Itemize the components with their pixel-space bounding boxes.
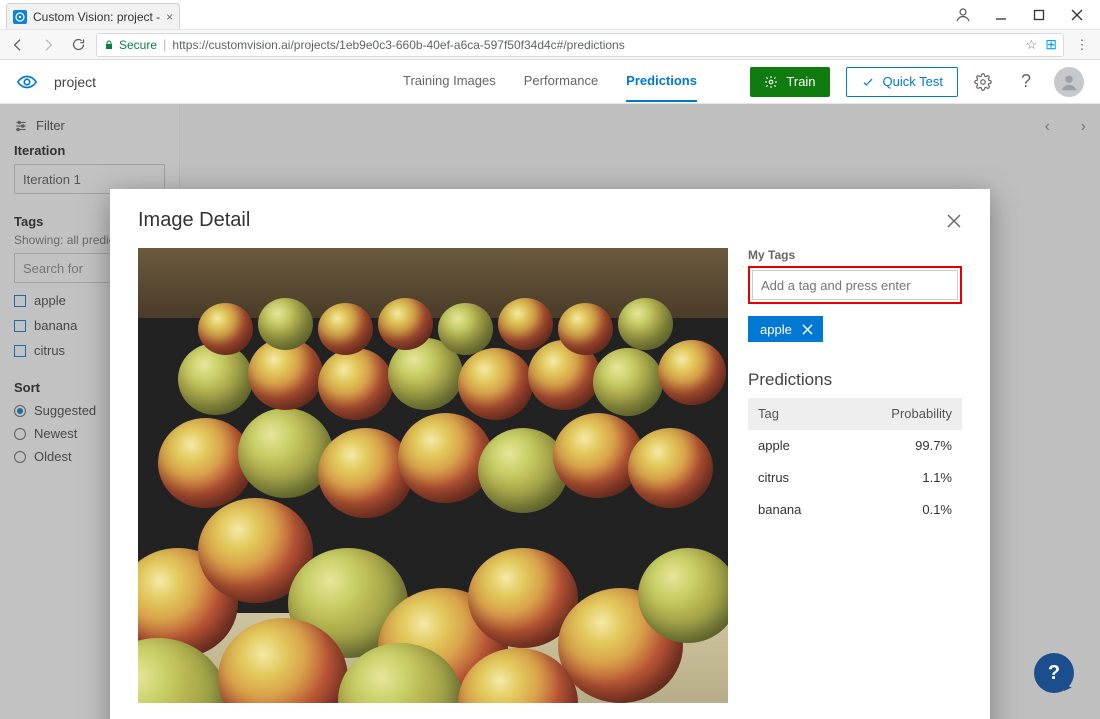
prediction-tag: banana xyxy=(748,494,842,526)
tag-chip-apple[interactable]: apple xyxy=(748,316,823,342)
predictions-table: Tag Probability apple 99.7% citrus 1.1% xyxy=(748,398,962,525)
prediction-tag: apple xyxy=(748,430,842,462)
window-close-button[interactable] xyxy=(1058,0,1096,29)
modal-close-button[interactable] xyxy=(946,213,962,229)
forward-button[interactable] xyxy=(36,33,60,57)
tab-close-icon[interactable]: × xyxy=(166,10,173,24)
custom-vision-logo-icon xyxy=(16,71,38,93)
secure-label: Secure xyxy=(119,38,157,52)
predictions-col-probability: Probability xyxy=(842,398,962,430)
tag-input[interactable] xyxy=(752,270,958,300)
tag-chip-label: apple xyxy=(760,322,792,337)
profile-icon[interactable] xyxy=(944,0,982,29)
settings-icon[interactable] xyxy=(974,73,998,91)
quick-test-label: Quick Test xyxy=(883,74,943,89)
train-button[interactable]: Train xyxy=(750,67,829,97)
predictions-heading: Predictions xyxy=(748,370,962,390)
browser-toolbar: Secure | https://customvision.ai/project… xyxy=(0,30,1100,60)
preview-image xyxy=(138,248,728,703)
tab-training-images[interactable]: Training Images xyxy=(403,61,496,102)
prediction-prob: 0.1% xyxy=(842,494,962,526)
star-icon[interactable]: ☆ xyxy=(1026,37,1038,53)
prediction-row: citrus 1.1% xyxy=(748,462,962,494)
prediction-prob: 99.7% xyxy=(842,430,962,462)
predictions-col-tag: Tag xyxy=(748,398,842,430)
secure-indicator: Secure xyxy=(103,38,157,52)
image-detail-modal: Image Detail xyxy=(110,189,990,719)
app-header: project Training Images Performance Pred… xyxy=(0,60,1100,104)
tab-performance[interactable]: Performance xyxy=(524,61,598,102)
user-avatar[interactable] xyxy=(1054,67,1084,97)
reload-button[interactable] xyxy=(66,33,90,57)
modal-title: Image Detail xyxy=(138,209,250,232)
window-maximize-button[interactable] xyxy=(1020,0,1058,29)
prediction-prob: 1.1% xyxy=(842,462,962,494)
quick-test-button[interactable]: Quick Test xyxy=(846,67,958,97)
tag-input-highlight xyxy=(748,266,962,304)
prediction-row: apple 99.7% xyxy=(748,430,962,462)
help-icon[interactable]: ? xyxy=(1014,71,1038,92)
my-tags-label: My Tags xyxy=(748,248,962,262)
prediction-row: banana 0.1% xyxy=(748,494,962,526)
help-chat-button[interactable]: ? xyxy=(1034,653,1074,693)
train-button-label: Train xyxy=(786,74,815,89)
prediction-tag: citrus xyxy=(748,462,842,494)
project-name[interactable]: project xyxy=(54,74,96,90)
browser-tab[interactable]: Custom Vision: project - × xyxy=(6,3,180,29)
windows-square-icon[interactable]: ⊞ xyxy=(1045,36,1057,53)
window-minimize-button[interactable] xyxy=(982,0,1020,29)
tag-chip-remove-icon[interactable] xyxy=(802,324,813,335)
address-bar[interactable]: Secure | https://customvision.ai/project… xyxy=(96,33,1064,57)
tab-predictions[interactable]: Predictions xyxy=(626,61,697,102)
os-titlebar: Custom Vision: project - × xyxy=(0,0,1100,30)
tab-title: Custom Vision: project - xyxy=(33,10,160,24)
chrome-menu-button[interactable]: ⋮ xyxy=(1070,33,1094,57)
url-text: https://customvision.ai/projects/1eb9e0c… xyxy=(172,38,624,52)
back-button[interactable] xyxy=(6,33,30,57)
favicon-icon xyxy=(13,10,27,24)
